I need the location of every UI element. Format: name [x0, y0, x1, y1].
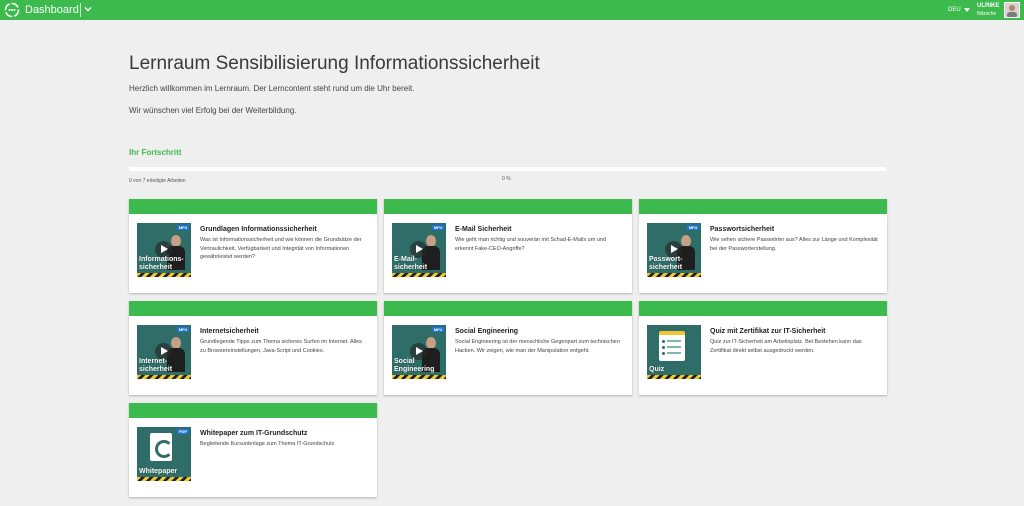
course-card-whitepaper[interactable]: PDF Whitepaper Whitepaper zum IT-Grundsc… — [129, 403, 377, 497]
card-description: Wie geht man richtig und souverän mit Sc… — [455, 237, 607, 252]
language-selector[interactable]: DEU — [948, 6, 961, 14]
card-description: Grundlegende Tipps zum Thema sicheres Su… — [200, 339, 362, 354]
card-description: Quiz zur IT-Sicherheit am Arbeitsplatz. … — [710, 339, 862, 354]
title-divider — [80, 3, 81, 17]
progress-heading: Ihr Fortschritt — [129, 148, 182, 157]
intro-text: Herzlich willkommen im Lernraum. Der Ler… — [129, 84, 415, 93]
thumbnail-label: Passwort-sicherheit — [649, 256, 683, 271]
thumbnail-label: Informations-sicherheit — [139, 256, 184, 271]
warning-stripe — [392, 375, 446, 379]
card-description: Was ist Informationssicherheit und wie k… — [200, 237, 362, 260]
intro-text-secondary: Wir wünschen viel Erfolg bei der Weiterb… — [129, 106, 297, 115]
course-card-social-engineering[interactable]: MP4 Social Engineering Social Engineering… — [384, 301, 632, 395]
card-title[interactable]: Whitepaper zum IT-Grundschutz — [200, 429, 307, 438]
thumbnail-label: Social Engineering — [394, 358, 435, 373]
page-title: Lernraum Sensibilisierung Informationssi… — [129, 53, 540, 74]
progress-percent: 0 % — [502, 176, 511, 182]
warning-stripe — [137, 375, 191, 379]
card-title[interactable]: Passwortsicherheit — [710, 225, 774, 234]
thumbnail-label: Whitepaper — [139, 468, 178, 475]
warning-stripe — [647, 273, 701, 277]
format-badge: MP4 — [176, 225, 189, 230]
user-avatar-icon — [1007, 5, 1017, 17]
card-header — [384, 199, 632, 214]
card-description: Social Engineering ist der menschliche G… — [455, 339, 620, 354]
card-title[interactable]: E-Mail Sicherheit — [455, 225, 511, 234]
thumbnail-label: Quiz — [649, 366, 665, 373]
warning-stripe — [137, 273, 191, 277]
video-thumbnail[interactable]: MP4 Informations-sicherheit — [137, 223, 191, 277]
thumbnail-label: Internet-sicherheit — [139, 358, 173, 373]
user-last-name[interactable]: Nitzsche — [977, 11, 996, 17]
format-badge: MP4 — [431, 327, 444, 332]
progress-bar — [129, 167, 886, 171]
document-thumbnail[interactable]: PDF Whitepaper — [137, 427, 191, 481]
card-header — [639, 199, 887, 214]
document-icon — [150, 433, 173, 461]
progress-count: 0 von 7 erledigte Arbeiten — [129, 178, 186, 184]
quiz-thumbnail[interactable]: Quiz — [647, 325, 701, 379]
course-card-passwort[interactable]: MP4 Passwort-sicherheit Passwortsicherhe… — [639, 199, 887, 293]
card-title[interactable]: Quiz mit Zertifikat zur IT-Sicherheit — [710, 327, 826, 336]
card-header — [129, 301, 377, 316]
warning-stripe — [647, 375, 701, 379]
checklist-icon — [659, 331, 685, 361]
card-header — [639, 301, 887, 316]
thumbnail-label: E-Mail-sicherheit — [394, 256, 428, 271]
card-title[interactable]: Internetsicherheit — [200, 327, 259, 336]
card-title[interactable]: Grundlagen Informationssicherheit — [200, 225, 317, 234]
chevron-down-icon[interactable] — [83, 4, 93, 14]
course-card-grundlagen[interactable]: MP4 Informations-sicherheit Grundlagen I… — [129, 199, 377, 293]
app-title[interactable]: Dashboard — [25, 3, 79, 17]
format-badge: MP4 — [176, 327, 189, 332]
caret-down-icon[interactable] — [964, 8, 970, 12]
avatar[interactable] — [1004, 2, 1020, 18]
app-logo-icon[interactable] — [4, 2, 20, 18]
card-header — [129, 199, 377, 214]
format-badge: MP4 — [686, 225, 699, 230]
course-card-email[interactable]: MP4 E-Mail-sicherheit E-Mail Sicherheit … — [384, 199, 632, 293]
card-title[interactable]: Social Engineering — [455, 327, 518, 336]
course-card-quiz[interactable]: Quiz Quiz mit Zertifikat zur IT-Sicherhe… — [639, 301, 887, 395]
video-thumbnail[interactable]: MP4 Internet-sicherheit — [137, 325, 191, 379]
course-card-internet[interactable]: MP4 Internet-sicherheit Internetsicherhe… — [129, 301, 377, 395]
card-header — [384, 301, 632, 316]
format-badge: PDF — [177, 429, 189, 434]
card-header — [129, 403, 377, 418]
user-first-name[interactable]: ULRIKE — [977, 3, 999, 10]
top-navigation-bar: Dashboard DEU ULRIKE Nitzsche — [0, 0, 1024, 20]
video-thumbnail[interactable]: MP4 E-Mail-sicherheit — [392, 223, 446, 277]
video-thumbnail[interactable]: MP4 Social Engineering — [392, 325, 446, 379]
warning-stripe — [137, 477, 191, 481]
format-badge: MP4 — [431, 225, 444, 230]
card-description: Wie sehen sichere Passwörter aus? Alles … — [710, 237, 878, 252]
card-description: Begleitende Kursunterlage zum Thema IT-G… — [200, 441, 335, 447]
video-thumbnail[interactable]: MP4 Passwort-sicherheit — [647, 223, 701, 277]
warning-stripe — [392, 273, 446, 277]
